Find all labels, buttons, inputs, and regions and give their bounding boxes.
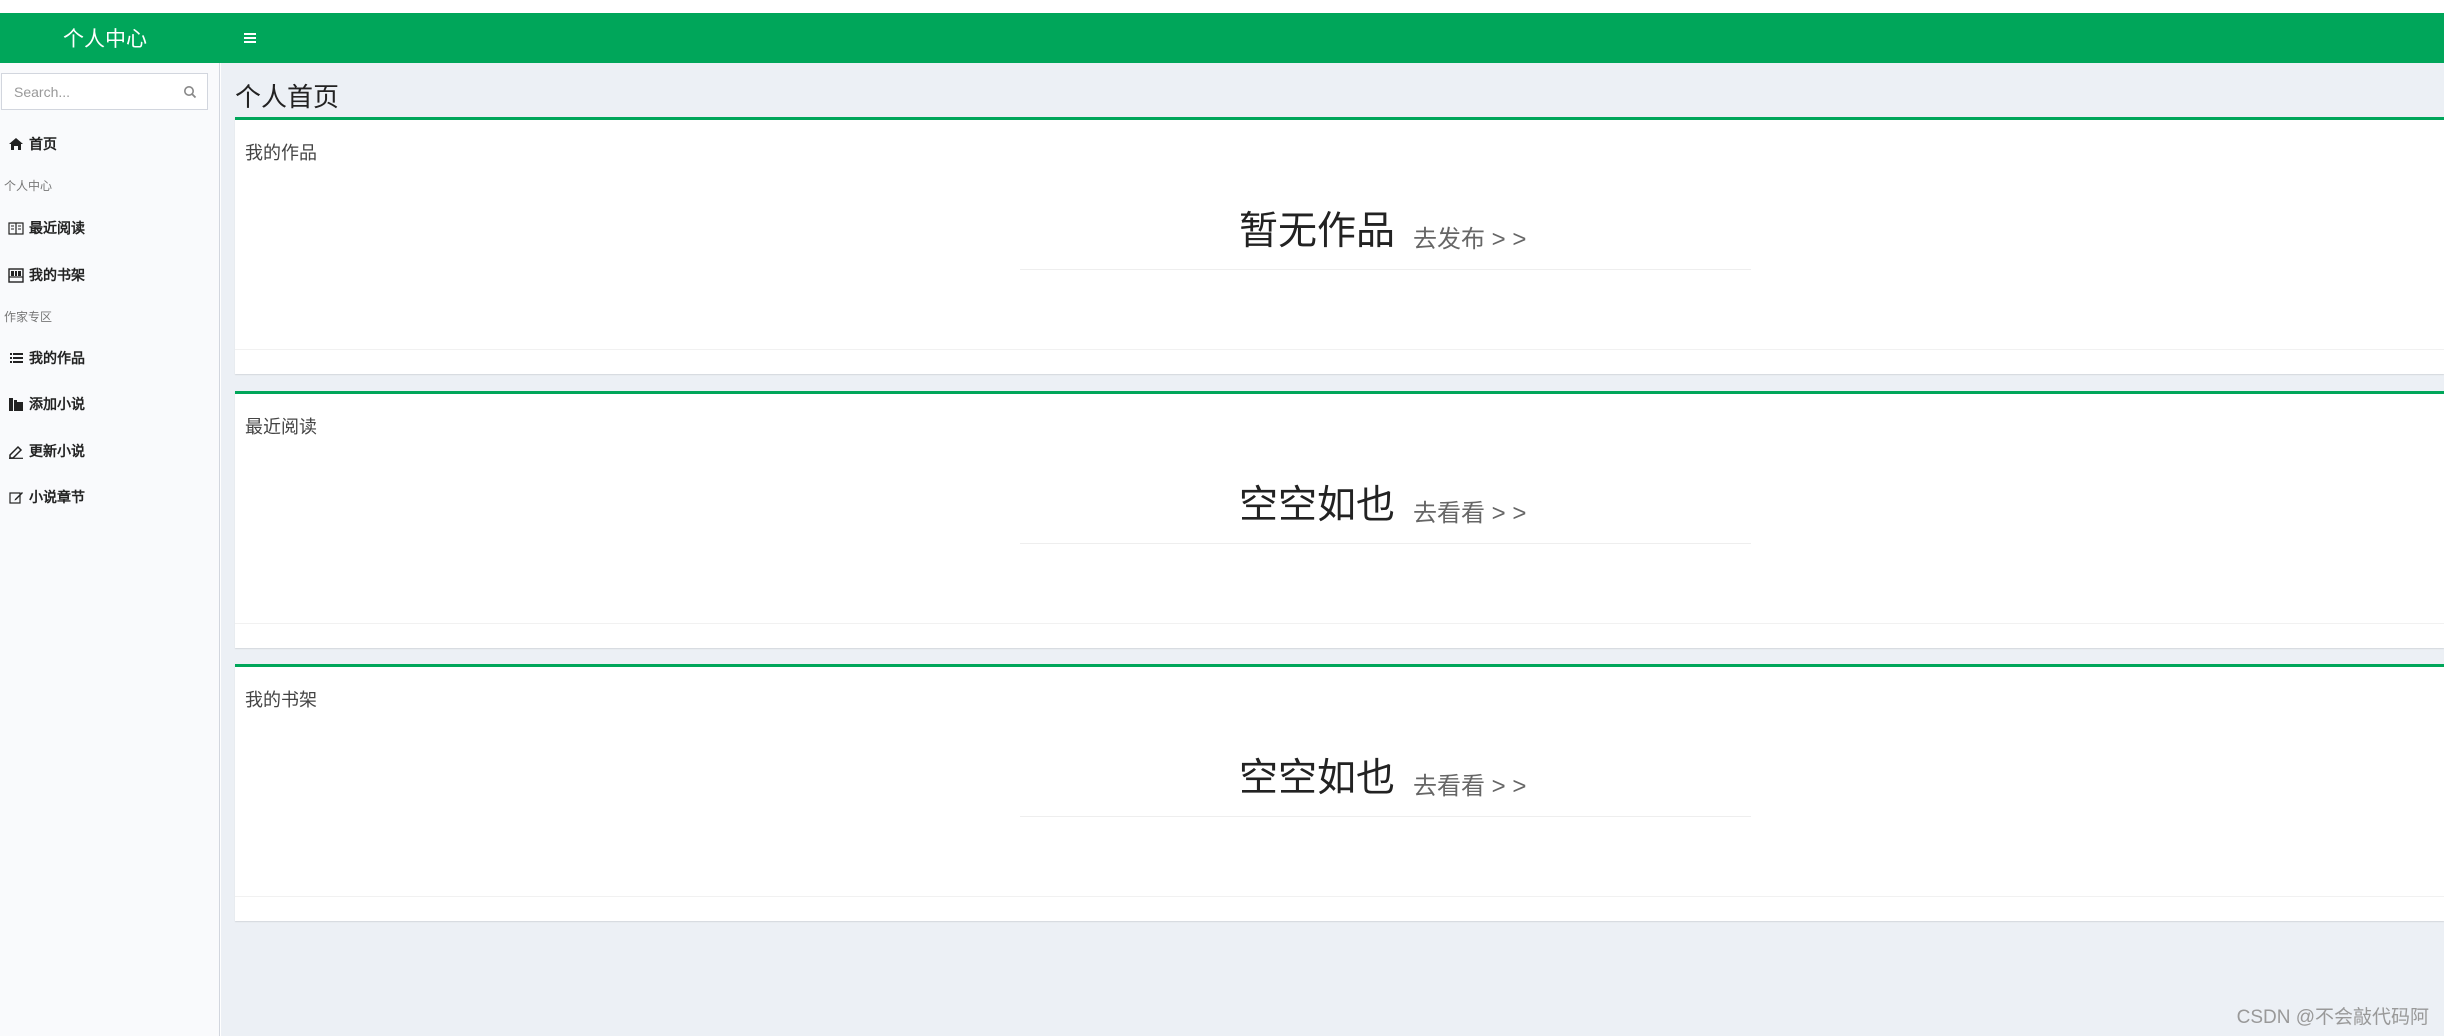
search-icon xyxy=(183,85,196,98)
box-my-works: 我的作品 暂无作品 去发布 > > xyxy=(235,117,2444,374)
sidebar-item-recent-reading[interactable]: 最近阅读 xyxy=(7,217,85,239)
empty-state-text: 暂无作品 xyxy=(1239,210,1396,253)
box-footer xyxy=(235,896,2444,897)
sidebar-search xyxy=(1,73,208,110)
sidebar-item-label: 首页 xyxy=(29,136,57,152)
watermark: CSDN @不会敲代码阿 xyxy=(2236,1007,2429,1028)
empty-state: 暂无作品 去发布 > > xyxy=(1020,200,1751,270)
hamburger-icon xyxy=(244,33,256,43)
sidebar-item-label: 小说章节 xyxy=(29,489,85,505)
box-title: 最近阅读 xyxy=(245,417,317,437)
sidebar-toggle-button[interactable] xyxy=(235,23,265,53)
top-navbar: 个人中心 xyxy=(0,13,2444,63)
empty-state: 空空如也 去看看 > > xyxy=(1020,747,1751,817)
main-content: 个人首页 我的作品 暂无作品 去发布 > > 最近阅读 空空如也 去看看 > > xyxy=(221,63,2444,1036)
list-icon xyxy=(7,349,25,367)
sidebar-item-label: 添加小说 xyxy=(29,396,85,412)
sidebar-item-label: 我的作品 xyxy=(29,350,85,366)
page-title: 个人首页 xyxy=(235,82,340,112)
brand-title[interactable]: 个人中心 xyxy=(0,23,210,53)
book-open-icon xyxy=(7,219,25,237)
browse-link[interactable]: 去看看 > > xyxy=(1413,766,1526,801)
empty-state-text: 空空如也 xyxy=(1239,484,1396,527)
empty-state: 空空如也 去看看 > > xyxy=(1020,474,1751,544)
box-my-bookshelf: 我的书架 空空如也 去看看 > > xyxy=(235,664,2444,921)
sidebar-item-add-novel[interactable]: 添加小说 xyxy=(7,393,85,415)
box-body: 暂无作品 去发布 > > xyxy=(235,200,2444,270)
pencil-icon xyxy=(7,442,25,460)
sidebar-item-novel-chapters[interactable]: 小说章节 xyxy=(7,486,85,508)
bookshelf-icon xyxy=(7,266,25,284)
sidebar-header-author: 作家专区 xyxy=(4,310,53,324)
sidebar: 首页 个人中心 最近阅读 我的书架 作家专区 我的作品 添加 xyxy=(0,63,220,1036)
sidebar-item-my-works[interactable]: 我的作品 xyxy=(7,347,85,369)
empty-state-text: 空空如也 xyxy=(1239,757,1396,800)
box-body: 空空如也 去看看 > > xyxy=(235,474,2444,544)
search-input[interactable] xyxy=(2,74,172,109)
box-footer xyxy=(235,623,2444,624)
book-plus-icon xyxy=(7,395,25,413)
box-body: 空空如也 去看看 > > xyxy=(235,747,2444,817)
edit-icon xyxy=(7,488,25,506)
box-title: 我的书架 xyxy=(245,690,317,710)
box-footer xyxy=(235,349,2444,350)
browse-link[interactable]: 去看看 > > xyxy=(1413,493,1526,528)
sidebar-item-label: 更新小说 xyxy=(29,443,85,459)
box-recent-reading: 最近阅读 空空如也 去看看 > > xyxy=(235,391,2444,648)
sidebar-item-home[interactable]: 首页 xyxy=(7,133,57,155)
app-page: 个人中心 首页 个人中心 xyxy=(0,0,2444,1036)
box-title: 我的作品 xyxy=(245,143,317,163)
sidebar-item-label: 我的书架 xyxy=(29,267,85,283)
sidebar-item-my-bookshelf[interactable]: 我的书架 xyxy=(7,264,85,286)
sidebar-item-update-novel[interactable]: 更新小说 xyxy=(7,440,85,462)
search-button[interactable] xyxy=(172,74,207,109)
publish-link[interactable]: 去发布 > > xyxy=(1413,219,1526,254)
sidebar-header-personal: 个人中心 xyxy=(4,179,53,193)
home-icon xyxy=(7,135,25,153)
sidebar-item-label: 最近阅读 xyxy=(29,220,85,236)
